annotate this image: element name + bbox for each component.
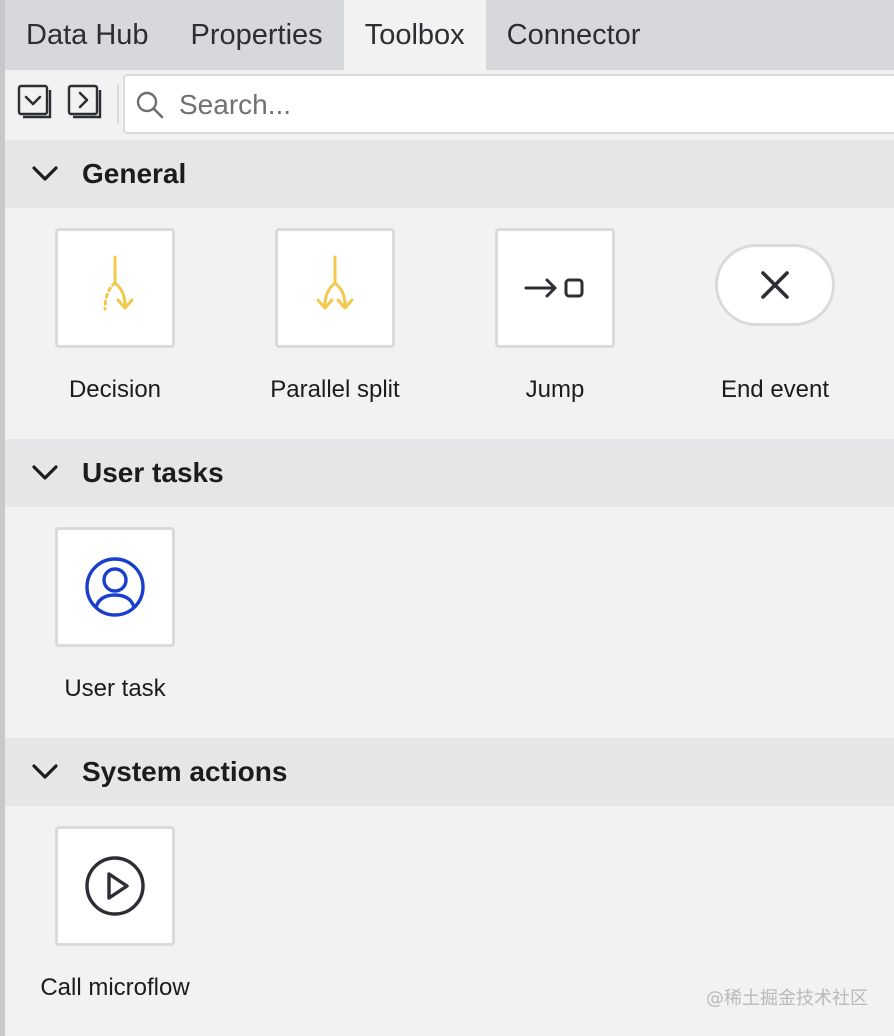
toolbox-toolbar — [5, 70, 894, 138]
item-tile — [715, 244, 835, 326]
item-label: Decision — [68, 376, 162, 403]
tab-bar: Data Hub Properties Toolbox Connector — [5, 0, 894, 70]
item-tile — [55, 527, 175, 647]
tab-properties[interactable]: Properties — [170, 0, 344, 70]
item-label: End event — [720, 376, 830, 403]
collapse-all-icon — [17, 84, 52, 119]
section-title: User tasks — [82, 457, 224, 488]
item-tile — [495, 228, 615, 348]
watermark: @稀土掘金技术社区 — [706, 988, 868, 1009]
search-icon — [136, 91, 164, 119]
item-tile — [55, 228, 175, 348]
section-title: System actions — [82, 756, 288, 787]
toolbox-item-end-event[interactable]: End event — [685, 228, 865, 418]
toolbox-item-user-task[interactable]: User task — [25, 527, 205, 717]
jump-icon — [524, 278, 584, 298]
item-label: User task — [64, 675, 166, 702]
close-icon — [761, 271, 789, 299]
item-label: Jump — [525, 376, 585, 403]
item-tile — [275, 228, 395, 348]
search-box[interactable] — [123, 74, 894, 134]
section-header-general[interactable]: General — [5, 140, 894, 208]
toolbar-divider — [117, 84, 119, 124]
chevron-down-icon — [32, 764, 58, 779]
tab-connector[interactable]: Connector — [486, 0, 662, 70]
toolbox-item-jump[interactable]: Jump — [465, 228, 645, 418]
section-title: General — [82, 158, 187, 189]
toolbox-item-parallel-split[interactable]: Parallel split — [245, 228, 425, 418]
toolbox-panel: Data Hub Properties Toolbox Connector Se… — [0, 0, 894, 1036]
section-header-user-tasks[interactable]: User tasks — [5, 439, 894, 507]
toolbox-item-decision[interactable]: Decision — [25, 228, 205, 418]
decision-icon — [103, 255, 134, 311]
search-input[interactable] — [179, 84, 859, 126]
play-circle-icon — [85, 856, 145, 916]
expand-all-icon — [67, 84, 102, 119]
tab-data-hub[interactable]: Data Hub — [5, 0, 170, 70]
chevron-down-icon — [32, 465, 58, 480]
collapse-all-button[interactable] — [17, 84, 53, 120]
item-label: Call microflow — [40, 974, 190, 1001]
item-tile — [55, 826, 175, 946]
chevron-down-icon — [32, 166, 58, 181]
user-icon — [85, 557, 145, 617]
section-header-system-actions[interactable]: System actions — [5, 738, 894, 806]
tab-toolbox[interactable]: Toolbox — [343, 0, 486, 70]
item-label: Parallel split — [270, 376, 400, 403]
expand-all-button[interactable] — [67, 84, 103, 120]
toolbox-item-call-microflow[interactable]: Call microflow — [25, 826, 205, 1016]
parallel-split-icon — [316, 255, 354, 310]
